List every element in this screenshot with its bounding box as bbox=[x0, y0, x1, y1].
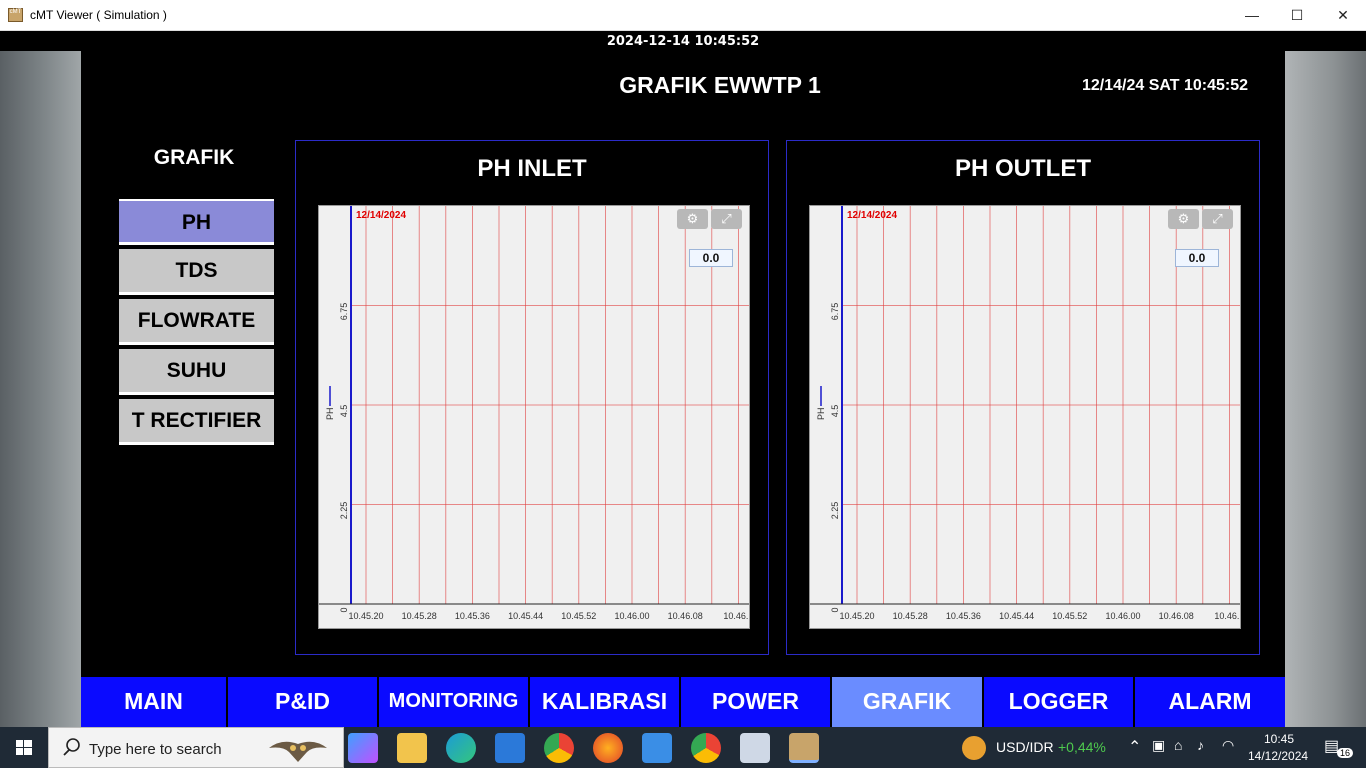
current-value-box: 0.0 bbox=[1175, 249, 1219, 267]
x-tick-label: 10.46.1 bbox=[1214, 611, 1241, 621]
y-axis-label: PH bbox=[325, 407, 335, 420]
current-value-box: 0.0 bbox=[689, 249, 733, 267]
maximize-button[interactable]: ☐ bbox=[1274, 0, 1320, 31]
wifi-icon[interactable]: ◠ bbox=[1222, 737, 1234, 754]
x-tick-label: 10.46.08 bbox=[1159, 611, 1194, 621]
y-tick-label: 6.75 bbox=[339, 303, 349, 321]
cmt-app-icon: cMT bbox=[8, 8, 23, 22]
x-tick-label: 10.46.00 bbox=[614, 611, 649, 621]
x-tick-label: 10.45.36 bbox=[455, 611, 490, 621]
file-explorer-icon[interactable] bbox=[397, 733, 427, 763]
network-icon[interactable]: ⌂ bbox=[1174, 737, 1182, 753]
nav-logger-button[interactable]: LOGGER bbox=[984, 677, 1133, 727]
nav-kalibrasi-button[interactable]: KALIBRASI bbox=[530, 677, 679, 727]
x-tick-label: 10.45.52 bbox=[561, 611, 596, 621]
chart-svg: 6.754.52.250PH10.45.20 10.45.28 10.45.36 10… bbox=[810, 206, 1241, 621]
menu-button-suhu[interactable]: SUHU bbox=[119, 349, 274, 395]
x-tick-label: 10.46.1 bbox=[723, 611, 750, 621]
chart-date: 12/14/2024 bbox=[847, 210, 898, 221]
chart-settings-gear-icon[interactable]: ⚙ bbox=[677, 209, 708, 229]
ticker-change: +0,44% bbox=[1058, 739, 1106, 755]
window-title: cMT Viewer ( Simulation ) bbox=[30, 8, 167, 22]
windows-taskbar: Type here to search USD/IDR +0,44% ⌃ ▣ ⌂… bbox=[0, 727, 1366, 768]
taskbar-clock-date[interactable]: 14/12/2024 bbox=[1248, 749, 1308, 763]
firefox-icon[interactable] bbox=[593, 733, 623, 763]
close-button[interactable]: ✕ bbox=[1320, 0, 1366, 31]
ph-outlet-panel: PH OUTLET 6.75 4.5 2.25 0 PH 10.45.20 10.45.28… bbox=[786, 140, 1260, 655]
y-tick-label: 4.5 bbox=[830, 405, 840, 418]
screen-title: GRAFIK EWWTP 1 bbox=[619, 72, 821, 98]
stock-ticker-icon bbox=[962, 736, 986, 760]
windows-start-button[interactable] bbox=[0, 727, 48, 768]
taskbar-search-input[interactable]: Type here to search bbox=[48, 727, 344, 768]
cmt-viewer-taskbar-icon[interactable] bbox=[789, 733, 819, 763]
simulation-datetime: 2024-12-14 10:45:52 bbox=[606, 34, 760, 49]
trend-chart[interactable]: 6.75 4.5 2.25 0 PH 10.45.20 10.45.28 10.45.36 10… bbox=[318, 205, 750, 629]
meet-now-icon[interactable]: ▣ bbox=[1152, 737, 1165, 754]
panel-title: PH OUTLET bbox=[955, 155, 1091, 182]
nav-power-button[interactable]: POWER bbox=[681, 677, 830, 727]
chrome-icon[interactable] bbox=[544, 733, 574, 763]
y-tick-label: 6.75 bbox=[830, 303, 840, 321]
mail-icon[interactable] bbox=[495, 733, 525, 763]
nav-main-button[interactable]: MAIN bbox=[81, 677, 226, 727]
menu-button-tds[interactable]: TDS bbox=[119, 249, 274, 295]
hmi-clock: 12/14/24 SAT 10:45:52 bbox=[1081, 77, 1249, 94]
menu-button-t-rectifier[interactable]: T RECTIFIER bbox=[119, 399, 274, 445]
side-menu-heading: GRAFIK bbox=[153, 146, 235, 169]
copilot-app-icon[interactable] bbox=[348, 733, 378, 763]
x-tick-label: 10.46.00 bbox=[1105, 611, 1140, 621]
windows-logo-icon bbox=[16, 740, 32, 755]
x-tick-label: 10.45.44 bbox=[999, 611, 1034, 621]
ph-inlet-panel: PH INLET 6.75 4.5 2.25 0 PH 10.45.20 10.45.28 1… bbox=[295, 140, 769, 655]
x-tick-label: 10.46.08 bbox=[668, 611, 703, 621]
owl-search-highlight-icon bbox=[269, 741, 327, 762]
notification-count-badge: 16 bbox=[1337, 748, 1354, 758]
x-tick-label: 10.45.52 bbox=[1052, 611, 1087, 621]
y-tick-label: 4.5 bbox=[339, 405, 349, 418]
minimize-button[interactable]: — bbox=[1229, 0, 1275, 31]
search-icon bbox=[63, 738, 80, 756]
x-tick-label: 10.45.44 bbox=[508, 611, 543, 621]
desktop-background-right bbox=[1285, 51, 1366, 727]
ticker-label: USD/IDR bbox=[996, 739, 1054, 755]
nav-monitoring-button[interactable]: MONITORING bbox=[379, 677, 528, 727]
trend-chart[interactable]: 6.75 4.5 2.25 0 PH 10.45.20 10.45.28 10.45.36 10… bbox=[809, 205, 1241, 629]
window-title-bar: cMT cMT Viewer ( Simulation ) — ☐ ✕ bbox=[0, 0, 1366, 31]
nav-grafik-button[interactable]: GRAFIK bbox=[832, 677, 982, 727]
chart-date: 12/14/2024 bbox=[356, 210, 407, 221]
x-tick-label: 10.45.36 bbox=[946, 611, 981, 621]
x-tick-label: 10.45.20 bbox=[348, 611, 383, 621]
remote-desktop-icon[interactable] bbox=[740, 733, 770, 763]
search-placeholder: Type here to search bbox=[89, 741, 222, 758]
x-tick-label: 10.45.20 bbox=[839, 611, 874, 621]
volume-icon[interactable]: ♪ bbox=[1197, 737, 1204, 753]
chart-expand-icon[interactable]: ⤢ bbox=[711, 209, 742, 229]
x-tick-label: 10.45.28 bbox=[893, 611, 928, 621]
panel-title: PH INLET bbox=[477, 155, 587, 182]
chart-settings-gear-icon[interactable]: ⚙ bbox=[1168, 209, 1199, 229]
menu-button-flowrate[interactable]: FLOWRATE bbox=[119, 299, 274, 345]
edge-browser-icon[interactable] bbox=[446, 733, 476, 763]
desktop-background-left bbox=[0, 51, 81, 727]
taskbar-clock-time[interactable]: 10:45 bbox=[1264, 732, 1294, 746]
y-tick-label: 2.25 bbox=[830, 502, 840, 520]
show-hidden-icons-chevron-icon[interactable]: ⌃ bbox=[1128, 737, 1141, 757]
chart-expand-icon[interactable]: ⤢ bbox=[1202, 209, 1233, 229]
y-tick-label: 2.25 bbox=[339, 502, 349, 520]
nav-alarm-button[interactable]: ALARM bbox=[1135, 677, 1285, 727]
bottom-navigation: MAIN P&ID MONITORING KALIBRASI POWER GRA… bbox=[81, 677, 1285, 727]
chrome-profile-icon[interactable] bbox=[691, 733, 721, 763]
menu-button-ph[interactable]: PH bbox=[119, 199, 274, 245]
y-axis-label: PH bbox=[816, 407, 826, 420]
microsoft-store-icon[interactable] bbox=[642, 733, 672, 763]
chart-svg: 6.754.52.250PH10.45.20 10.45.28 10.45.36 10… bbox=[319, 206, 750, 621]
x-tick-label: 10.45.28 bbox=[402, 611, 437, 621]
nav-pid-button[interactable]: P&ID bbox=[228, 677, 377, 727]
